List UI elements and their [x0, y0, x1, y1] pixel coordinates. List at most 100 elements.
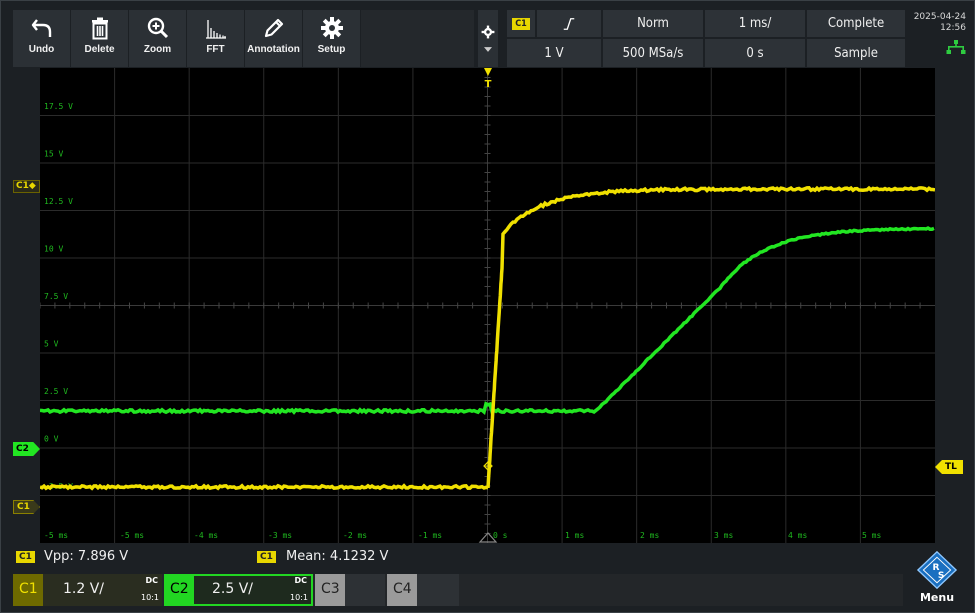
y-axis-labels: 17.5 V15 V12.5 V10 V7.5 V5 V2.5 V0 V-2.5… [44, 102, 73, 491]
y-axis-label: 0 V [44, 435, 59, 444]
setup-label: Setup [318, 44, 346, 55]
h-position: 0 s [746, 46, 763, 61]
channel-1-settings[interactable]: 1.2 V/ DC 10:1 [43, 574, 162, 606]
gear-icon [320, 16, 344, 40]
channel-2-settings[interactable]: 2.5 V/ DC 10:1 [194, 574, 313, 606]
channel-3-name: C3 [321, 581, 340, 597]
x-axis-labels: -5 ms -5 ms -4 ms -3 ms -2 ms -1 ms 0 s 1 ms 2 m… [44, 531, 881, 540]
trigger-level-marker-label: TL [945, 462, 957, 472]
channel-2-coupling: DC [294, 576, 307, 585]
channel-4-name: C4 [393, 581, 412, 597]
channel-1-tab[interactable]: C1 [13, 574, 43, 606]
channel-3-settings[interactable] [345, 574, 385, 606]
network-icon [946, 40, 966, 54]
channel-1-probe-ratio: 10:1 [141, 593, 159, 602]
svg-text:S: S [938, 571, 945, 581]
x-axis-label: -1 ms [418, 531, 442, 540]
annotation-button[interactable]: Annotation [245, 10, 303, 67]
x-axis-label: 0 s [493, 531, 508, 540]
zoom-button[interactable]: Zoom [129, 10, 187, 67]
channel-2-scale: 2.5 V/ [212, 581, 253, 597]
h-position-cell[interactable]: 0 s [705, 39, 805, 67]
waveform-display[interactable]: 17.5 V15 V12.5 V10 V7.5 V5 V2.5 V0 V-2.5… [40, 68, 935, 543]
c1-offset-label: C1 [16, 181, 29, 191]
channel-4-settings[interactable] [417, 574, 459, 606]
toolbar-spacer [361, 10, 474, 67]
rs-logo-icon: R S [912, 550, 962, 590]
trigger-level: 1 V [544, 46, 563, 61]
fft-icon [204, 16, 228, 40]
date: 2025-04-24 [908, 12, 966, 23]
fft-button[interactable]: FFT [187, 10, 245, 67]
x-axis-label: -2 ms [343, 531, 367, 540]
trigger-mode-cell[interactable]: Norm [603, 10, 703, 37]
sample-rate-cell[interactable]: 500 MSa/s [603, 39, 703, 67]
timebase: 1 ms/ [739, 16, 772, 31]
x-axis-label: 5 ms [862, 531, 881, 540]
c1-level-label: C1 [17, 502, 30, 512]
channel-2-name: C2 [170, 581, 189, 597]
channel-bar: C1 1.2 V/ DC 10:1 C2 2.5 V/ DC 10:1 C3 C… [13, 574, 903, 606]
datetime: 2025-04-24 12:56 [908, 10, 966, 67]
setup-button[interactable]: Setup [303, 10, 361, 67]
measurement-2-source: C1 [257, 551, 276, 563]
undo-button[interactable]: Undo [13, 10, 71, 67]
channel-2-tab[interactable]: C2 [164, 574, 194, 606]
x-axis-label: -5 ms [120, 531, 144, 540]
channel-4-tab[interactable]: C4 [387, 574, 417, 606]
acq-status: Complete [828, 16, 884, 31]
c2-offset-label: C2 [16, 444, 29, 454]
y-axis-label: 2.5 V [44, 387, 68, 396]
measurement-1-value[interactable]: Vpp: 7.896 V [44, 549, 128, 564]
trigger-source-cell[interactable]: C1 [507, 10, 535, 37]
trigger-mode: Norm [637, 16, 669, 31]
channel-3-tab[interactable]: C3 [315, 574, 345, 606]
y-axis-label: 10 V [44, 245, 63, 254]
y-axis-label: 7.5 V [44, 292, 68, 301]
zoom-label: Zoom [144, 44, 171, 55]
x-axis-label: -4 ms [194, 531, 218, 540]
trigger-source-badge: C1 [512, 18, 530, 30]
delete-button[interactable]: Delete [71, 10, 129, 67]
y-axis-label: 17.5 V [44, 102, 73, 111]
gear-small-icon [481, 25, 495, 39]
undo-icon [30, 16, 54, 40]
measurement-bar: C1 Vpp: 7.896 V C1 Mean: 4.1232 V [13, 545, 903, 571]
trigger-level-cell[interactable]: 1 V [507, 39, 601, 67]
measurement-1-source: C1 [16, 551, 35, 563]
quick-settings-button[interactable] [478, 10, 498, 67]
acquisition-status-panel: C1 Norm 1 ms/ Complete 1 V 500 MSa/s 0 s… [507, 10, 905, 67]
zoom-icon [146, 16, 170, 40]
y-axis-label: 5 V [44, 340, 59, 349]
x-axis-label: 3 ms [714, 531, 733, 540]
trigger-position-arrow[interactable]: T [484, 68, 492, 90]
channel-1-coupling: DC [145, 576, 158, 585]
acq-status-cell[interactable]: Complete [807, 10, 905, 37]
chevron-down-icon [484, 47, 492, 52]
annotation-label: Annotation [247, 44, 300, 55]
rising-edge-icon [562, 17, 576, 31]
x-axis-label: 2 ms [640, 531, 659, 540]
x-axis-label: -3 ms [268, 531, 292, 540]
x-axis-label: 4 ms [788, 531, 807, 540]
measurement-2-value[interactable]: Mean: 4.1232 V [286, 549, 388, 564]
channel-1-scale: 1.2 V/ [63, 581, 104, 597]
timebase-cell[interactable]: 1 ms/ [705, 10, 805, 37]
menu-label: Menu [908, 591, 966, 604]
channel-2-probe-ratio: 10:1 [290, 593, 308, 602]
pencil-icon [262, 16, 286, 40]
channel-1-name: C1 [19, 581, 38, 597]
x-axis-label: 1 ms [565, 531, 584, 540]
sample-rate: 500 MSa/s [623, 46, 684, 61]
trigger-slope-cell[interactable] [537, 10, 601, 37]
acq-mode: Sample [834, 46, 878, 61]
acq-mode-cell[interactable]: Sample [807, 39, 905, 67]
y-axis-label: 15 V [44, 150, 63, 159]
trash-icon [88, 16, 112, 40]
menu-button[interactable]: R S Menu [908, 550, 966, 606]
x-axis-label: -5 ms [44, 531, 68, 540]
c1-offset-marker[interactable]: C1◆ [13, 180, 40, 193]
time: 12:56 [908, 23, 966, 34]
trigger-position-label: T [485, 79, 492, 90]
toolbar: Undo Delete Zoom FFT Annotation Setup [13, 10, 361, 67]
